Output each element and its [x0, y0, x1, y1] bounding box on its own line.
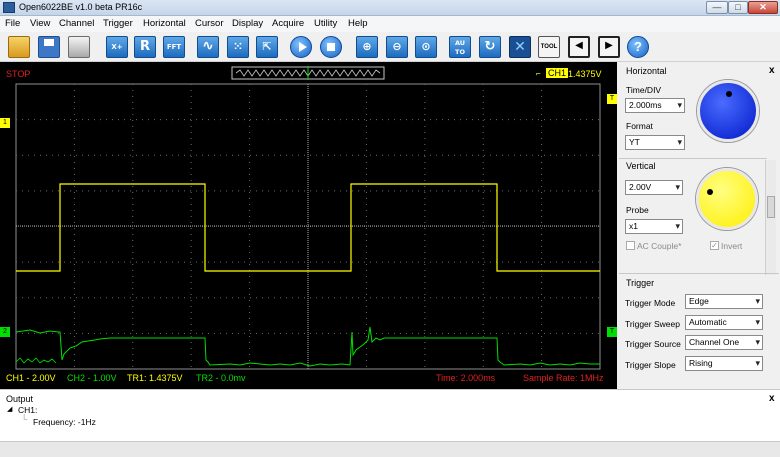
volts-knob-indicator [707, 189, 713, 195]
output-tree-frequency[interactable]: Frequency: -1Hz [33, 417, 96, 427]
time-div-label: Time/DIV [626, 85, 662, 95]
app-icon [3, 2, 15, 13]
menu-horizontal[interactable]: Horizontal [143, 18, 186, 29]
timebase-status: Time: 2.000ms [436, 373, 496, 383]
open-folder-icon[interactable] [8, 36, 30, 58]
trigger-level-marker-ch2[interactable]: T [607, 327, 617, 337]
invert-checkbox[interactable]: ✓ [710, 241, 719, 250]
save-disk-icon[interactable] [38, 36, 60, 58]
trigger-channel-badge: CH1 [546, 68, 569, 78]
acquisition-state: STOP [6, 69, 31, 79]
ch2-level-marker[interactable]: 2 [0, 327, 10, 337]
trigger-mode-select[interactable]: Edge [685, 294, 763, 309]
menu-display[interactable]: Display [232, 18, 263, 29]
ch1-waveform [16, 183, 600, 272]
scope-display[interactable]: STOP ⌐ CH1 1.4375V 1 2 T T CH1 - 2.00V C… [0, 62, 617, 389]
close-button[interactable]: ✕ [748, 1, 778, 14]
output-title: Output [6, 394, 34, 404]
timebase-knob[interactable] [697, 80, 759, 142]
zoom-in-icon[interactable]: ⊕ [356, 36, 378, 58]
probe-label: Probe [626, 205, 649, 215]
cursor-icon[interactable]: ⇱ [256, 36, 278, 58]
control-panel: Horizontal x Time/DIV 2.000ms Format YT … [617, 62, 780, 389]
stop-icon[interactable] [320, 36, 342, 58]
menu-file[interactable]: File [5, 18, 20, 29]
format-label: Format [626, 121, 653, 131]
vertical-scrollbar[interactable] [765, 160, 776, 275]
menu-channel[interactable]: Channel [59, 18, 94, 29]
refresh-icon[interactable]: ↻ [479, 36, 501, 58]
next-page-icon[interactable]: ▶ [598, 36, 620, 58]
auto-icon[interactable]: AU TO [449, 36, 471, 58]
scope-canvas [15, 66, 601, 370]
tr2-status: TR2 - 0.0mv [196, 373, 246, 383]
ch1-level-marker[interactable]: 1 [0, 118, 10, 128]
invert-label: Invert [721, 241, 743, 251]
math-icon[interactable]: X+ [106, 36, 128, 58]
volts-knob[interactable] [696, 168, 758, 230]
help-icon[interactable]: ? [627, 36, 649, 58]
tree-expand-icon[interactable]: ◢ [7, 405, 12, 413]
tr1-status: TR1: 1.4375V [127, 373, 183, 383]
menu-bar: File View Channel Trigger Horizontal Cur… [0, 16, 780, 32]
print-icon[interactable] [68, 36, 90, 58]
fft-icon[interactable]: FFT [163, 36, 185, 58]
menu-cursor[interactable]: Cursor [195, 18, 224, 29]
menu-acquire[interactable]: Acquire [272, 18, 304, 29]
time-div-select[interactable]: 2.000ms [625, 98, 685, 113]
trigger-sweep-select[interactable]: Automatic [685, 315, 763, 330]
trigger-level-marker-ch1[interactable]: T [607, 94, 617, 104]
timebase-knob-indicator [726, 91, 732, 97]
scrollbar-thumb[interactable] [767, 196, 775, 218]
horizontal-close-button[interactable]: x [769, 65, 775, 76]
tool-icon[interactable]: TOOL [538, 36, 560, 58]
ch2-noise [15, 357, 57, 364]
window-title: Open6022BE v1.0 beta PR16c [19, 2, 143, 12]
grid-icon[interactable]: ⁙ [227, 36, 249, 58]
menu-trigger[interactable]: Trigger [103, 18, 133, 29]
format-select[interactable]: YT [625, 135, 685, 150]
sine-wave-icon[interactable]: ∿ [197, 36, 219, 58]
ac-couple-checkbox[interactable] [626, 241, 635, 250]
probe-select[interactable]: x1 [625, 219, 683, 234]
output-panel: Output x ◢ CH1: └ Frequency: -1Hz [0, 389, 780, 441]
horizontal-group-title: Horizontal [626, 66, 667, 76]
volts-div-select[interactable]: 2.00V [625, 180, 683, 195]
trigger-glyph-icon: ⌐ [536, 69, 541, 78]
toolbar: X+ R FFT ∿ ⁙ ⇱ ⊕ ⊖ ⊙ AU TO ↻ ✕ TOOL ◀ ▶ … [0, 32, 780, 62]
trigger-mode-label: Trigger Mode [625, 298, 676, 308]
trigger-group-title: Trigger [626, 278, 655, 288]
minimize-button[interactable]: — [706, 1, 728, 14]
tree-branch-icon: └ [21, 414, 28, 424]
trigger-level-readout: 1.4375V [568, 69, 602, 79]
maximize-button[interactable]: □ [728, 1, 748, 14]
ch1-scale-status: CH1 - 2.00V [6, 373, 56, 383]
reference-icon[interactable]: R [134, 36, 156, 58]
bottom-bar [0, 441, 780, 457]
trigger-slope-select[interactable]: Rising [685, 356, 763, 371]
ch2-scale-status: CH2 - 1.00V [67, 373, 117, 383]
trigger-slope-label: Trigger Slope [625, 360, 676, 370]
trigger-divider [619, 273, 779, 274]
vertical-group-title: Vertical [626, 161, 656, 171]
trigger-sweep-label: Trigger Sweep [625, 319, 680, 329]
menu-view[interactable]: View [30, 18, 50, 29]
fullscreen-icon[interactable]: ✕ [509, 36, 531, 58]
sample-rate-status: Sample Rate: 1MHz [523, 373, 604, 383]
menu-help[interactable]: Help [348, 18, 368, 29]
trigger-source-label: Trigger Source [625, 339, 681, 349]
run-icon[interactable] [290, 36, 312, 58]
prev-page-icon[interactable]: ◀ [568, 36, 590, 58]
zoom-out-icon[interactable]: ⊖ [386, 36, 408, 58]
ac-couple-label: AC Couple* [637, 241, 682, 251]
trigger-source-select[interactable]: Channel One [685, 335, 763, 350]
title-bar: Open6022BE v1.0 beta PR16c — □ ✕ [0, 0, 780, 16]
output-close-button[interactable]: x [769, 393, 775, 404]
zoom-fit-icon[interactable]: ⊙ [415, 36, 437, 58]
menu-utility[interactable]: Utility [314, 18, 337, 29]
